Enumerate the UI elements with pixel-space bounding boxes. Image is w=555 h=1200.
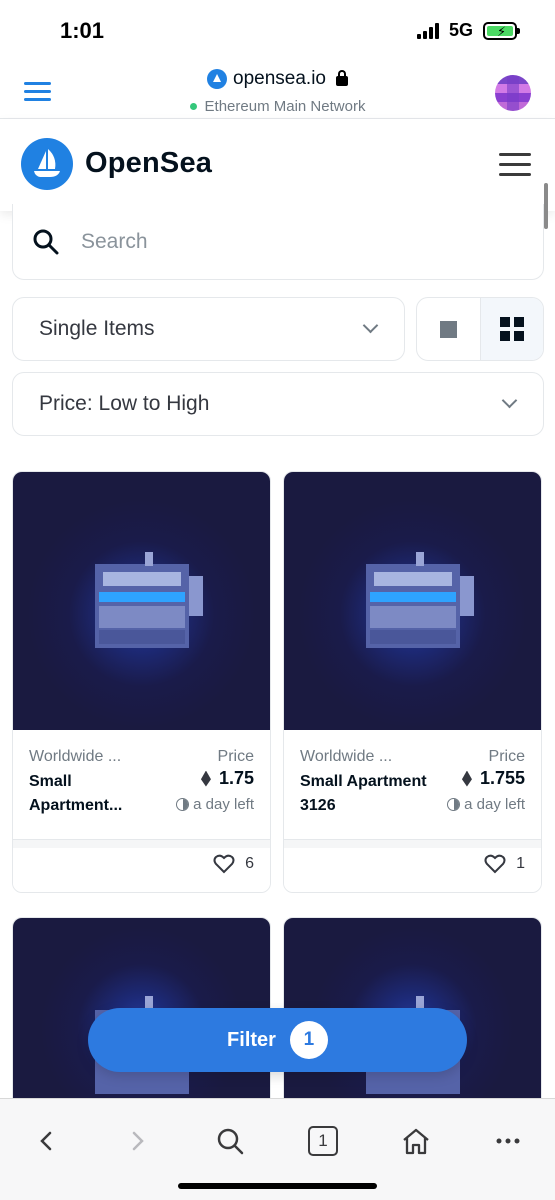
asset-image[interactable] [13,472,270,730]
home-icon [403,1128,429,1155]
price-label: Price [217,748,254,765]
tabs-count: 1 [308,1126,338,1156]
home-indicator [178,1183,377,1189]
chevron-left-icon [40,1131,52,1151]
clock-icon [447,798,461,811]
time-left: a day left [176,796,254,813]
signal-icon [416,22,439,39]
favorite-button[interactable]: 6 [213,854,254,874]
tabs-button[interactable]: 1 [301,1123,345,1159]
lock-icon [335,70,348,86]
search-input[interactable] [81,224,501,260]
search-icon [33,229,59,255]
url-display[interactable]: opensea.io Ethereum Main Network [0,68,555,115]
filter-label: Filter [227,1028,276,1051]
heart-icon [484,854,506,874]
site-favicon-icon [207,69,228,89]
more-button[interactable] [486,1123,530,1159]
grid-view-button[interactable] [479,298,543,360]
site-header: OpenSea [0,119,555,211]
status-indicators: 5G ⚡ [416,20,520,41]
favorite-button[interactable]: 1 [484,854,525,874]
eth-icon [461,770,472,787]
price-value: 1.75 [200,768,254,789]
asset-info: Worldwide ... Small Apartment 3126 Price… [284,730,541,840]
heart-icon [213,854,235,874]
browser-url-bar: opensea.io Ethereum Main Network [0,62,555,119]
time-left-text: a day left [464,796,525,813]
menu-icon[interactable] [499,153,531,183]
forward-button[interactable] [116,1123,160,1159]
asset-card[interactable]: Worldwide ... Small Apartment 3126 Price… [283,471,542,893]
collection-name[interactable]: Worldwide ... [300,748,392,766]
clock-icon [176,798,190,811]
home-button[interactable] [394,1123,438,1159]
browser-search-button[interactable] [208,1123,252,1159]
search-icon [217,1128,244,1155]
favorite-count: 1 [516,855,525,872]
status-time: 1:01 [60,18,105,43]
asset-name[interactable]: Small Apartment... [29,770,159,818]
asset-image[interactable] [284,472,541,730]
asset-footer: 1 [284,840,541,892]
back-button[interactable] [24,1123,68,1159]
item-type-select[interactable]: Single Items [12,297,405,361]
scrollbar[interactable] [544,183,548,229]
asset-footer: 6 [13,840,270,892]
price-value: 1.755 [461,768,525,789]
filter-count-badge: 1 [289,1021,328,1059]
network-status-dot [189,103,197,110]
time-left: a day left [447,796,525,813]
favorite-count: 6 [245,855,254,872]
sort-select[interactable]: Price: Low to High [12,372,544,436]
more-icon [496,1138,520,1144]
network-name: Ethereum Main Network [204,98,366,115]
asset-info: Worldwide ... Small Apartment... Price 1… [13,730,270,840]
time-left-text: a day left [193,796,254,813]
account-avatar[interactable] [495,75,531,111]
status-bar: 1:01 5G ⚡ [0,0,555,62]
opensea-logo-icon[interactable] [21,138,73,190]
sort-select-value: Price: Low to High [39,392,210,415]
price-label: Price [488,748,525,765]
item-type-select-value: Single Items [39,317,155,340]
asset-card[interactable]: Worldwide ... Small Apartment... Price 1… [12,471,271,893]
grid-icon [499,317,524,341]
filter-button[interactable]: Filter 1 [88,1008,467,1072]
url-domain: opensea.io [233,68,326,89]
collection-name[interactable]: Worldwide ... [29,748,121,766]
chevron-down-icon [362,317,379,334]
search-box [12,204,544,280]
chevron-down-icon [501,392,518,409]
chevron-right-icon [132,1131,144,1151]
battery-icon: ⚡ [483,21,520,40]
price-amount: 1.75 [218,768,254,788]
network-type: 5G [448,20,473,40]
view-toggle [416,297,544,361]
asset-name[interactable]: Small Apartment 3126 [300,770,430,818]
price-amount: 1.755 [479,768,525,788]
square-icon [439,320,457,338]
large-view-button[interactable] [417,298,480,360]
eth-icon [200,770,211,787]
brand-name[interactable]: OpenSea [85,147,212,180]
